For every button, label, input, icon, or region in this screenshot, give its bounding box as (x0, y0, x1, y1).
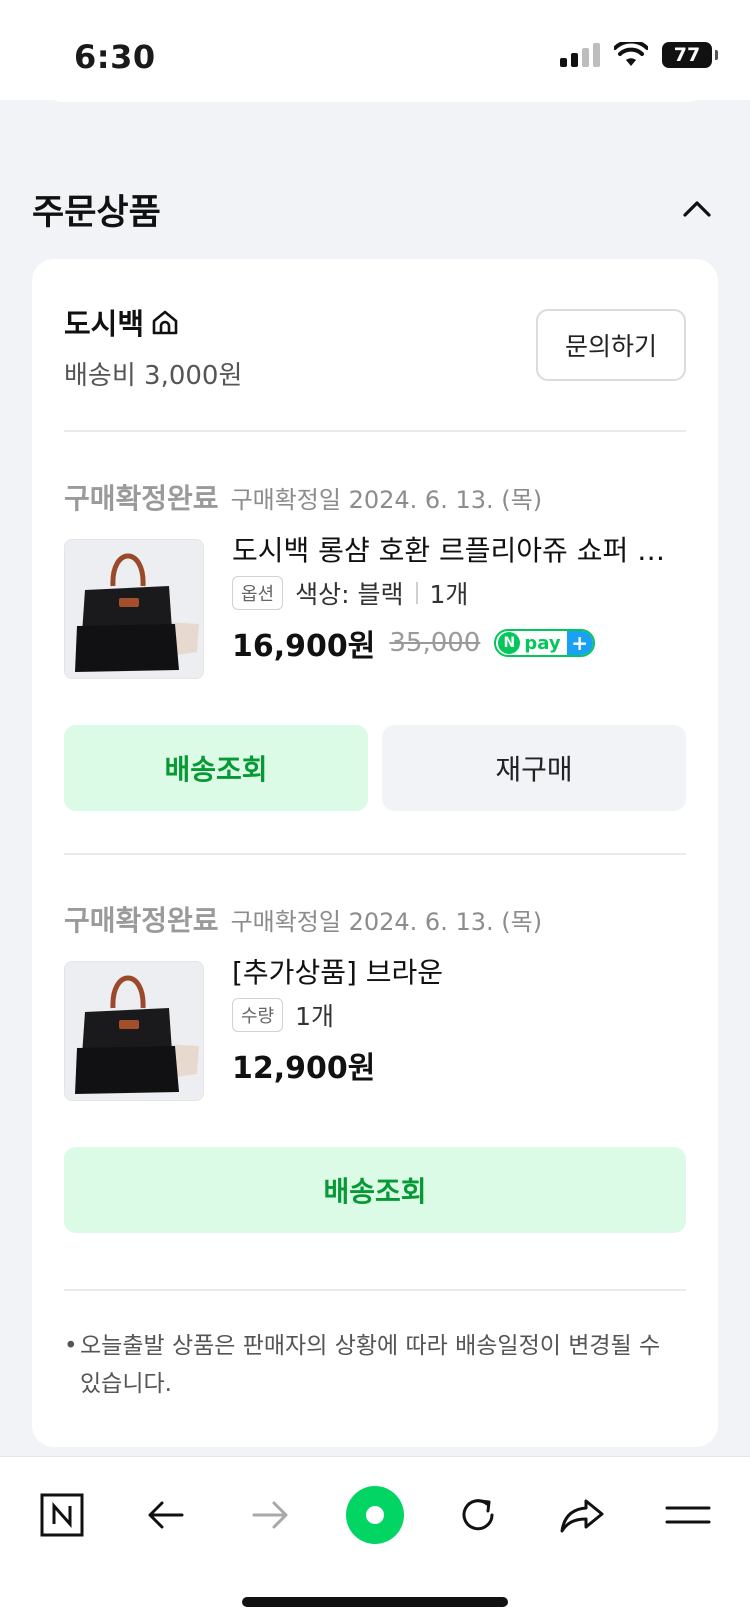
seller-row[interactable]: 도시백 (64, 301, 180, 343)
npay-n-icon: N (498, 632, 521, 654)
quantity: 1개 (429, 580, 469, 609)
option-tag: 수량 (232, 998, 284, 1032)
notice-text: 오늘출발 상품은 판매자의 상황에 따라 배송일정이 변경될 수 있습니다. (80, 1333, 661, 1397)
shipping-notice: • 오늘출발 상품은 판매자의 상황에 따라 배송일정이 변경될 수 있습니다. (64, 1327, 684, 1403)
naver-home-button[interactable] (30, 1483, 94, 1547)
order-status-row: 구매확정완료 구매확정일 2024. 6. 13. (목) (64, 477, 542, 517)
refresh-button[interactable] (446, 1483, 510, 1547)
tote-bag-image (65, 962, 203, 1100)
order-items-header: 주문상품 (32, 184, 722, 234)
seller-name[interactable]: 도시백 (64, 301, 144, 343)
original-price: 35,000 (389, 628, 481, 658)
npay-plus-badge: N pay + (494, 629, 595, 657)
collapse-button[interactable] (672, 184, 722, 234)
wifi-icon (614, 42, 648, 66)
divider (64, 1289, 686, 1291)
order-status: 구매확정완료 (64, 482, 219, 515)
share-button[interactable] (550, 1483, 614, 1547)
option-row: 수량 1개 (232, 997, 334, 1033)
tote-bag-image (65, 540, 203, 678)
option-separator (415, 582, 418, 604)
notice-bullet: • (64, 1333, 78, 1359)
cellular-signal-icon (560, 43, 600, 67)
menu-icon (665, 1506, 711, 1524)
price: 12,900원 (232, 1051, 376, 1086)
previous-card-edge (44, 84, 706, 102)
track-delivery-button[interactable]: 배송조회 (64, 1147, 686, 1233)
status-time: 6:30 (74, 38, 156, 76)
confirm-date: 구매확정일 2024. 6. 13. (목) (230, 486, 543, 514)
share-icon (560, 1499, 604, 1533)
green-dot-icon (346, 1486, 404, 1544)
forward-button[interactable] (238, 1483, 302, 1547)
section-title: 주문상품 (32, 193, 161, 233)
confirm-date: 구매확정일 2024. 6. 13. (목) (230, 908, 543, 936)
product-thumbnail[interactable] (64, 961, 204, 1101)
rebuy-button[interactable]: 재구매 (382, 725, 686, 811)
menu-button[interactable] (656, 1483, 720, 1547)
divider (64, 853, 686, 855)
track-delivery-button[interactable]: 배송조회 (64, 725, 368, 811)
order-status: 구매확정완료 (64, 904, 219, 937)
browser-toolbar (0, 1456, 750, 1624)
shipping-fee: 배송비 3,000원 (64, 361, 243, 391)
npay-label: pay (524, 632, 561, 654)
refresh-icon (462, 1499, 494, 1531)
naver-n-icon (40, 1493, 84, 1537)
item-name[interactable]: [추가상품] 브라운 (232, 951, 672, 991)
back-button[interactable] (134, 1483, 198, 1547)
price-row: 12,900원 (232, 1043, 375, 1087)
product-thumbnail[interactable] (64, 539, 204, 679)
battery-level: 77 (673, 44, 701, 66)
divider (64, 430, 686, 432)
green-dot-button[interactable] (343, 1483, 407, 1547)
inquiry-button[interactable]: 문의하기 (536, 309, 686, 381)
price-row: 16,900원 35,000 N pay + (232, 621, 595, 665)
store-home-icon (152, 310, 178, 335)
plus-icon: + (566, 631, 593, 655)
home-indicator (242, 1597, 508, 1607)
chevron-up-icon (683, 201, 711, 217)
status-icons: 77 (560, 42, 718, 68)
arrow-left-icon (148, 1501, 184, 1529)
battery-icon: 77 (662, 42, 718, 68)
price: 16,900원 (232, 629, 376, 664)
option-row: 옵션 색상: 블랙 1개 (232, 575, 468, 611)
option-text: 색상: 블랙 (295, 580, 404, 609)
option-tag: 옵션 (232, 576, 284, 610)
order-card: 도시백 배송비 3,000원 문의하기 구매확정완료 구매확정일 2024. 6… (32, 259, 718, 1447)
order-status-row: 구매확정완료 구매확정일 2024. 6. 13. (목) (64, 899, 542, 939)
quantity: 1개 (295, 1002, 335, 1031)
item-name[interactable]: 도시백 롱샴 호환 르플리아쥬 쇼퍼 백 블랙 세트 (232, 529, 672, 569)
arrow-right-icon (252, 1501, 288, 1529)
